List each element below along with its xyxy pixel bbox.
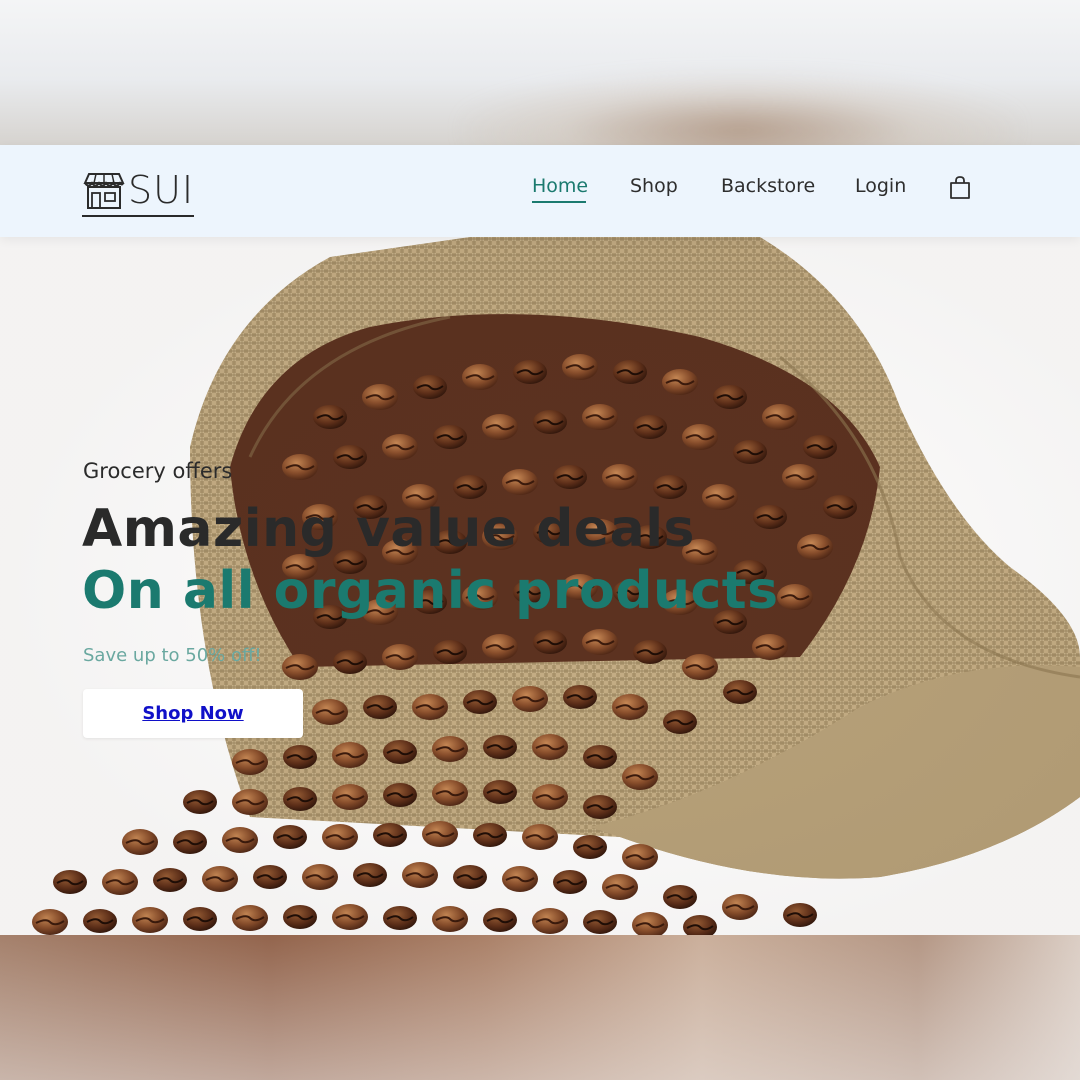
blurred-background-top (0, 0, 1080, 145)
storefront-icon (83, 173, 125, 209)
brand-logo[interactable]: SUI (82, 165, 195, 217)
nav-shop[interactable]: Shop (630, 175, 678, 197)
nav-backstore[interactable]: Backstore (721, 175, 815, 197)
shop-now-button[interactable]: Shop Now (83, 689, 303, 738)
nav-login[interactable]: Login (855, 175, 906, 197)
navbar: SUI Home Shop Backstore Login (0, 145, 1080, 237)
shopping-bag-icon[interactable] (948, 175, 972, 201)
brand-name: SUI (128, 168, 195, 212)
hero-headline-accent: On all organic products (82, 561, 779, 621)
nav-home[interactable]: Home (532, 175, 588, 203)
hero-eyebrow: Grocery offers (83, 459, 233, 483)
hero-headline: Amazing value deals (82, 499, 696, 559)
blurred-background-bottom (0, 935, 1080, 1080)
hero-banner: Grocery offers Amazing value deals On al… (0, 237, 1080, 935)
hero-subtext: Save up to 50% off! (83, 645, 262, 666)
